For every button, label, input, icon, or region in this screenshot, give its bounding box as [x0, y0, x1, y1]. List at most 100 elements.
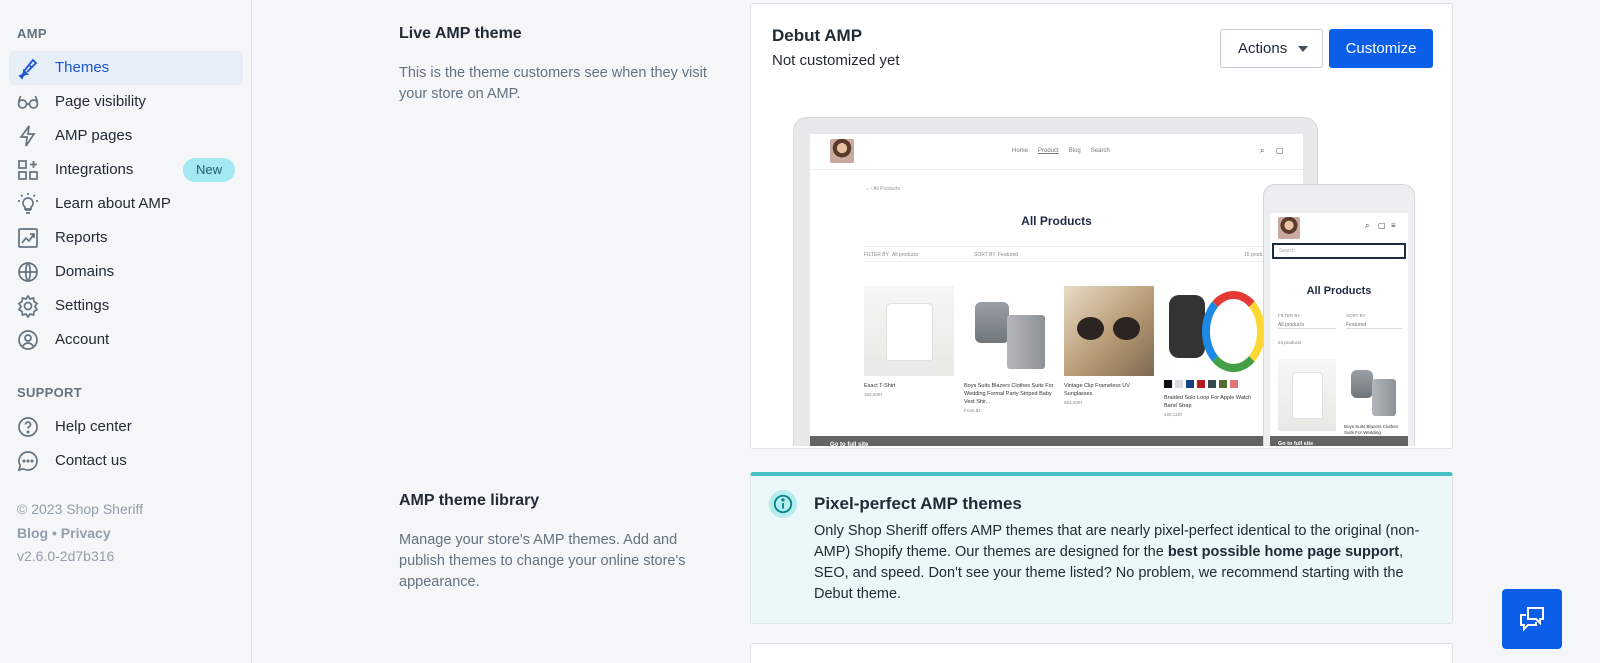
preview-nav-blog: Blog	[1068, 148, 1081, 154]
search-icon: ⌕	[1260, 146, 1265, 155]
color-swatch	[1186, 380, 1194, 388]
sidebar-item-integrations[interactable]: Integrations New	[9, 153, 243, 187]
preview-header: Home Product Blog Search ⌕ ▢	[810, 134, 1303, 170]
mobile-sort-value: Featured	[1346, 322, 1402, 329]
mobile-search-input: Search	[1272, 243, 1406, 259]
blog-link[interactable]: Blog	[17, 525, 48, 541]
sidebar-item-label: Help center	[55, 418, 132, 435]
color-swatches	[1164, 380, 1254, 388]
mobile-product-image	[1278, 359, 1336, 431]
chat-support-button[interactable]	[1502, 589, 1562, 649]
info-body-emphasis: best possible home page support	[1167, 544, 1400, 560]
product-card: Exact T-Shirt 150,000₫	[864, 286, 954, 397]
lightning-icon	[16, 124, 40, 148]
sidebar-item-contact-us[interactable]: Contact us	[9, 444, 243, 478]
filter-value: All products	[892, 252, 919, 258]
color-swatch	[1197, 380, 1205, 388]
preview-filter-bar: FILTER BY All products SORT BY Featured …	[864, 246, 1284, 262]
customize-button[interactable]: Customize	[1329, 29, 1433, 68]
sidebar-item-label: Integrations	[55, 161, 134, 178]
mobile-product-image	[1344, 359, 1402, 421]
product-price: 150,120₫	[1164, 412, 1183, 417]
preview-nav-home: Home	[1012, 148, 1029, 154]
laptop-frame: Home Product Blog Search ⌕ ▢ ⌂ › All Produc…	[793, 117, 1318, 446]
filter-label: FILTER BY	[864, 252, 889, 258]
actions-button[interactable]: Actions	[1220, 29, 1323, 68]
sidebar-section-support: SUPPORT	[17, 385, 82, 400]
sidebar-item-domains[interactable]: Domains	[9, 255, 243, 289]
lightbulb-icon	[16, 192, 40, 216]
sidebar-item-settings[interactable]: Settings	[9, 289, 243, 323]
mobile-heading: All Products	[1306, 285, 1372, 297]
sort-label: SORT BY	[974, 252, 996, 258]
search-icon: ⌕	[1365, 221, 1370, 230]
live-theme-title: Live AMP theme	[399, 25, 522, 42]
gear-icon	[16, 294, 40, 319]
chart-icon	[16, 226, 40, 250]
sidebar-item-label: Themes	[55, 59, 110, 76]
info-title: Pixel-perfect AMP themes	[814, 494, 1022, 513]
footer-links: Blog • Privacy	[17, 525, 111, 541]
product-name: Boys Suits Blazers Clothes Suits For Wed…	[964, 383, 1054, 405]
sidebar-item-themes[interactable]: Themes	[9, 51, 243, 85]
mobile-filter-label: FILTER BY	[1278, 313, 1301, 318]
mobile-filter-value: All products	[1278, 322, 1336, 329]
question-circle-icon	[16, 415, 40, 439]
sidebar-item-account[interactable]: Account	[9, 323, 243, 357]
sidebar-item-label: Page visibility	[55, 93, 146, 110]
sidebar-section-amp: AMP	[17, 26, 47, 41]
globe-icon	[16, 260, 40, 284]
sidebar-item-label: Learn about AMP	[55, 195, 171, 212]
theme-preview: Home Product Blog Search ⌕ ▢ ⌂ › All Produc…	[793, 111, 1423, 446]
preview-heading: All Products	[1021, 214, 1092, 228]
chat-icon	[1520, 607, 1544, 632]
color-swatch	[1230, 380, 1238, 388]
theme-status: Not customized yet	[772, 52, 900, 69]
version-label: v2.6.0-2d7b316	[17, 548, 115, 564]
sidebar-item-label: Account	[55, 331, 110, 348]
chat-bubble-icon	[16, 449, 40, 473]
sidebar-item-label: AMP pages	[55, 127, 133, 144]
product-card: Vintage Clip Frameless UV Sunglasses 563…	[1064, 286, 1154, 405]
sidebar: AMP Themes Page visibility AMP pages Int…	[0, 0, 252, 663]
product-name: Vintage Clip Frameless UV Sunglasses	[1064, 383, 1130, 397]
sidebar-item-reports[interactable]: Reports	[9, 221, 243, 255]
privacy-link[interactable]: Privacy	[61, 525, 111, 541]
color-swatch	[1208, 380, 1216, 388]
sidebar-item-label: Domains	[55, 263, 115, 280]
theme-card: Debut AMP Not customized yet Actions Cus…	[750, 3, 1453, 449]
info-body: Only Shop Sheriff offers AMP themes that…	[814, 521, 1439, 605]
mobile-preview: ⌕ ▢ ≡ Search All Products FILTER BY SORT…	[1270, 213, 1408, 446]
sort-value: Featured	[998, 252, 1019, 258]
mobile-sort-label: SORT BY	[1346, 313, 1366, 318]
copyright: © 2023 Shop Sheriff	[17, 501, 144, 517]
caret-down-icon	[1298, 46, 1308, 52]
color-swatch	[1175, 380, 1183, 388]
mobile-go-to-full-site-bar: Go to full site	[1270, 436, 1408, 446]
bag-icon: ▢	[1276, 146, 1284, 155]
product-name: Exact T-Shirt	[864, 383, 896, 389]
product-price: From $1	[964, 408, 981, 413]
store-logo	[1278, 217, 1300, 239]
sidebar-item-page-visibility[interactable]: Page visibility	[9, 85, 243, 119]
preview-nav: Home Product Blog Search	[1012, 148, 1120, 154]
theme-name: Debut AMP	[772, 26, 863, 45]
product-image	[1164, 286, 1265, 376]
paintbrush-icon	[16, 56, 40, 80]
sidebar-item-learn-about-amp[interactable]: Learn about AMP	[9, 187, 243, 221]
product-image	[864, 286, 954, 376]
sidebar-item-amp-pages[interactable]: AMP pages	[9, 119, 243, 153]
info-icon	[769, 490, 797, 518]
user-circle-icon	[16, 328, 40, 352]
sidebar-item-label: Settings	[55, 297, 110, 314]
mobile-count: 24 products	[1278, 340, 1302, 345]
sidebar-item-label: Contact us	[55, 452, 127, 469]
color-swatch	[1164, 380, 1172, 388]
new-badge: New	[183, 158, 236, 182]
preview-breadcrumb: ⌂ › All Products	[866, 186, 900, 192]
info-banner: Pixel-perfect AMP themes Only Shop Sheri…	[750, 472, 1453, 624]
theme-library-card	[750, 643, 1453, 663]
sidebar-item-help-center[interactable]: Help center	[9, 410, 243, 444]
preview-nav-search: Search	[1090, 148, 1110, 154]
bag-icon: ▢	[1378, 221, 1386, 230]
